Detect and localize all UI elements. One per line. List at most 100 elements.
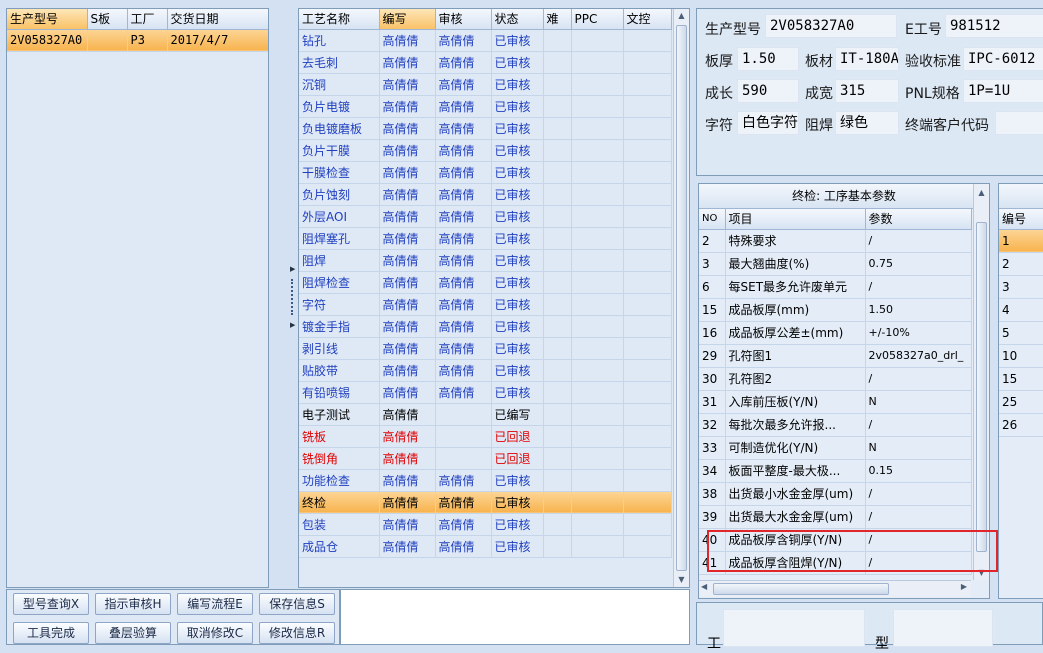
left-col-header[interactable]: 交货日期 bbox=[167, 9, 268, 30]
process-col-header[interactable]: 编写 bbox=[379, 9, 436, 30]
param-cell[interactable]: / bbox=[865, 367, 972, 391]
process-row[interactable]: 终检 高倩倩 高倩倩 已审核 bbox=[299, 491, 672, 514]
process-col-header[interactable]: 难 bbox=[543, 9, 572, 30]
right-row[interactable]: 1 bbox=[999, 229, 1043, 253]
process-row[interactable]: 阻焊检查 高倩倩 高倩倩 已审核 bbox=[299, 271, 672, 294]
param-cell[interactable]: 0.75 bbox=[865, 252, 972, 276]
param-scroll-right-icon[interactable]: ▶ bbox=[961, 582, 967, 591]
model-row[interactable]: 2V058327A0 P3 2017/4/7 bbox=[7, 29, 268, 52]
process-row[interactable]: 负片蚀刻 高倩倩 高倩倩 已审核 bbox=[299, 183, 672, 206]
param-row[interactable]: 29 孔符图1 2v058327a0_drl_ bbox=[699, 344, 972, 368]
process-row[interactable]: 包装 高倩倩 高倩倩 已审核 bbox=[299, 513, 672, 536]
action-button-row2-1[interactable]: 叠层验算 bbox=[95, 622, 171, 644]
left-col-header[interactable]: S板 bbox=[87, 9, 128, 30]
param-cell[interactable]: +/-10% bbox=[865, 321, 972, 345]
action-button-row1-0[interactable]: 型号查询X bbox=[13, 593, 89, 615]
process-row[interactable]: 贴胶带 高倩倩 高倩倩 已审核 bbox=[299, 359, 672, 382]
scroll-thumb[interactable] bbox=[676, 25, 687, 571]
param-scroll-left-icon[interactable]: ◀ bbox=[701, 582, 707, 591]
model-field[interactable]: 2V058327A0 bbox=[765, 14, 897, 38]
action-button-row1-3[interactable]: 保存信息S bbox=[259, 593, 335, 615]
process-row[interactable]: 沉铜 高倩倩 高倩倩 已审核 bbox=[299, 73, 672, 96]
process-row[interactable]: 铣倒角 高倩倩 已回退 bbox=[299, 447, 672, 470]
character-field[interactable]: 白色字符 bbox=[737, 111, 799, 135]
param-cell[interactable]: / bbox=[865, 275, 972, 299]
length-field[interactable]: 590 bbox=[737, 79, 799, 103]
action-button-row2-3[interactable]: 修改信息R bbox=[259, 622, 335, 644]
param-cell[interactable]: 1.50 bbox=[865, 298, 972, 322]
soldermask-field[interactable]: 绿色 bbox=[835, 111, 899, 135]
param-col-header[interactable]: NO bbox=[699, 209, 726, 230]
bottom-field-2[interactable] bbox=[893, 609, 993, 647]
action-button-row1-2[interactable]: 编写流程E bbox=[177, 593, 253, 615]
process-row[interactable]: 负电镀磨板 高倩倩 高倩倩 已审核 bbox=[299, 117, 672, 140]
param-col-header[interactable]: 参数 bbox=[865, 209, 972, 230]
left-col-header[interactable]: 生产型号 bbox=[7, 9, 88, 30]
thickness-field[interactable]: 1.50 bbox=[737, 47, 799, 71]
right-row[interactable]: 10 bbox=[999, 344, 1043, 368]
process-col-header[interactable]: 工艺名称 bbox=[299, 9, 380, 30]
param-row[interactable]: 3 最大翘曲度(%) 0.75 bbox=[699, 252, 972, 276]
param-row[interactable]: 38 出货最小水金金厚(um) / bbox=[699, 482, 972, 506]
process-row[interactable]: 负片电镀 高倩倩 高倩倩 已审核 bbox=[299, 95, 672, 118]
param-row[interactable]: 16 成品板厚公差±(mm) +/-10% bbox=[699, 321, 972, 345]
e-number-field[interactable]: 981512 bbox=[945, 14, 1043, 38]
param-cell[interactable]: N bbox=[865, 390, 972, 414]
process-row[interactable]: 功能检查 高倩倩 高倩倩 已审核 bbox=[299, 469, 672, 492]
right-row[interactable]: 25 bbox=[999, 390, 1043, 414]
param-scroll-thumb[interactable] bbox=[976, 222, 987, 552]
param-cell[interactable]: 0.15 bbox=[865, 459, 972, 483]
param-row[interactable]: 33 可制造优化(Y/N) N bbox=[699, 436, 972, 460]
param-cell[interactable]: N bbox=[865, 436, 972, 460]
param-cell[interactable]: / bbox=[865, 505, 972, 529]
process-row[interactable]: 有铅喷锡 高倩倩 高倩倩 已审核 bbox=[299, 381, 672, 404]
right-row[interactable]: 4 bbox=[999, 298, 1043, 322]
param-row[interactable]: 2 特殊要求 / bbox=[699, 229, 972, 253]
param-cell[interactable]: / bbox=[865, 229, 972, 253]
process-row[interactable]: 字符 高倩倩 高倩倩 已审核 bbox=[299, 293, 672, 316]
process-col-header[interactable]: PPC bbox=[571, 9, 624, 30]
param-row[interactable]: 6 每SET最多允许废单元 / bbox=[699, 275, 972, 299]
splitter-handle[interactable]: ▶ ▶ bbox=[290, 265, 295, 335]
process-row[interactable]: 负片干膜 高倩倩 高倩倩 已审核 bbox=[299, 139, 672, 162]
process-row[interactable]: 钻孔 高倩倩 高倩倩 已审核 bbox=[299, 29, 672, 52]
process-row[interactable]: 剥引线 高倩倩 高倩倩 已审核 bbox=[299, 337, 672, 360]
process-col-header[interactable]: 审核 bbox=[435, 9, 492, 30]
customer-code-field[interactable] bbox=[995, 111, 1043, 135]
right-row[interactable]: 5 bbox=[999, 321, 1043, 345]
scroll-down-icon[interactable]: ▼ bbox=[674, 573, 689, 587]
width-field[interactable]: 315 bbox=[835, 79, 899, 103]
pnl-field[interactable]: 1P=1U bbox=[963, 79, 1043, 103]
action-button-row1-1[interactable]: 指示审核H bbox=[95, 593, 171, 615]
process-row[interactable]: 铣板 高倩倩 已回退 bbox=[299, 425, 672, 448]
scroll-up-icon[interactable]: ▲ bbox=[674, 9, 689, 23]
process-row[interactable]: 去毛刺 高倩倩 高倩倩 已审核 bbox=[299, 51, 672, 74]
process-row[interactable]: 阻焊塞孔 高倩倩 高倩倩 已审核 bbox=[299, 227, 672, 250]
process-row[interactable]: 成品仓 高倩倩 高倩倩 已审核 bbox=[299, 535, 672, 558]
process-scrollbar[interactable]: ▲ ▼ bbox=[673, 9, 689, 587]
right-row[interactable]: 2 bbox=[999, 252, 1043, 276]
param-row[interactable]: 15 成品板厚(mm) 1.50 bbox=[699, 298, 972, 322]
left-col-header[interactable]: 工厂 bbox=[127, 9, 168, 30]
process-row[interactable]: 干膜检查 高倩倩 高倩倩 已审核 bbox=[299, 161, 672, 184]
param-cell[interactable]: / bbox=[865, 482, 972, 506]
param-hscroll-thumb[interactable] bbox=[713, 583, 889, 595]
process-col-header[interactable]: 状态 bbox=[491, 9, 544, 30]
param-col-header[interactable]: 项目 bbox=[725, 209, 866, 230]
process-row[interactable]: 阻焊 高倩倩 高倩倩 已审核 bbox=[299, 249, 672, 272]
param-row[interactable]: 31 入库前压板(Y/N) N bbox=[699, 390, 972, 414]
param-scroll-up-icon[interactable]: ▲ bbox=[974, 186, 989, 200]
action-button-row2-2[interactable]: 取消修改C bbox=[177, 622, 253, 644]
right-row[interactable]: 3 bbox=[999, 275, 1043, 299]
process-row[interactable]: 镀金手指 高倩倩 高倩倩 已审核 bbox=[299, 315, 672, 338]
process-row[interactable]: 外层AOI 高倩倩 高倩倩 已审核 bbox=[299, 205, 672, 228]
material-field[interactable]: IT-180A bbox=[835, 47, 899, 71]
param-scrollbar-h[interactable]: ◀ ▶ bbox=[699, 580, 971, 597]
param-cell[interactable]: / bbox=[865, 413, 972, 437]
process-row[interactable]: 电子测试 高倩倩 已编写 bbox=[299, 403, 672, 426]
param-scrollbar-v[interactable]: ▲ ▼ bbox=[973, 184, 989, 580]
process-col-header[interactable]: 文控 bbox=[623, 9, 672, 30]
right-row[interactable]: 26 bbox=[999, 413, 1043, 437]
bottom-field-1[interactable] bbox=[723, 609, 865, 647]
param-cell[interactable]: 2v058327a0_drl_ bbox=[865, 344, 972, 368]
